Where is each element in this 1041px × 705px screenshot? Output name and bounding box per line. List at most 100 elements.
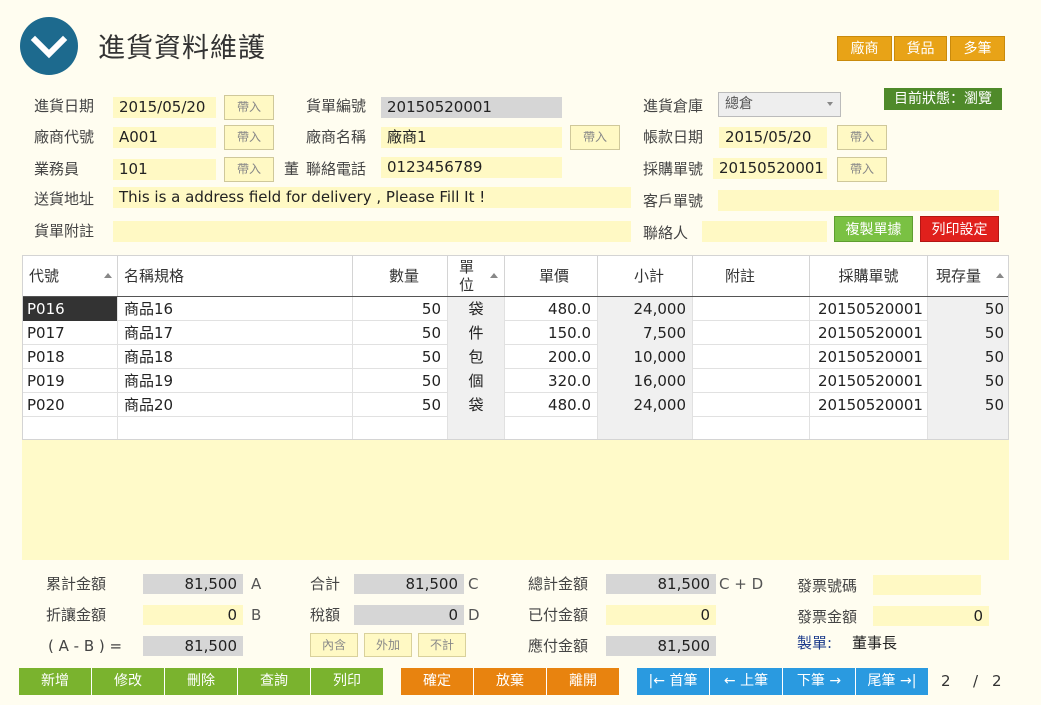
- cell-qty[interactable]: [353, 417, 448, 439]
- edit-button[interactable]: 修改: [92, 668, 165, 695]
- cell-subtotal[interactable]: 16,000: [598, 369, 693, 393]
- table-row[interactable]: P016 商品16 50 袋 480.0 24,000 20150520001 50: [23, 297, 1008, 321]
- cell-qty[interactable]: 50: [353, 321, 448, 345]
- cell-po-no[interactable]: 20150520001: [810, 345, 928, 369]
- cell-code[interactable]: P017: [23, 321, 118, 345]
- print-button[interactable]: 列印: [311, 668, 383, 695]
- invoice-no-field[interactable]: [873, 575, 981, 595]
- cell-po-no[interactable]: 20150520001: [810, 369, 928, 393]
- vendor-name-import-button[interactable]: 帶入: [570, 125, 620, 150]
- paid-field[interactable]: 0: [606, 605, 716, 625]
- cell-qty[interactable]: 50: [353, 393, 448, 417]
- col-header-price[interactable]: 單價: [505, 256, 598, 296]
- cell-price[interactable]: 320.0: [505, 369, 598, 393]
- print-settings-button[interactable]: 列印設定: [920, 216, 999, 242]
- vendor-button[interactable]: 廠商: [837, 36, 892, 61]
- cell-unit[interactable]: [448, 417, 505, 439]
- col-header-stock[interactable]: 現存量: [928, 256, 1008, 296]
- cell-remark[interactable]: [693, 417, 810, 439]
- table-row[interactable]: P020 商品20 50 袋 480.0 24,000 20150520001 50: [23, 393, 1008, 417]
- cell-code[interactable]: P019: [23, 369, 118, 393]
- cell-price[interactable]: [505, 417, 598, 439]
- cell-name[interactable]: 商品18: [118, 345, 353, 369]
- cell-name[interactable]: 商品19: [118, 369, 353, 393]
- col-header-qty[interactable]: 數量: [353, 256, 448, 296]
- vendor-code-field[interactable]: A001: [113, 127, 216, 148]
- multi-record-button[interactable]: 多筆: [950, 36, 1005, 61]
- last-record-button[interactable]: 尾筆 →|: [856, 668, 928, 695]
- cell-po-no[interactable]: 20150520001: [810, 297, 928, 321]
- discount-field[interactable]: 0: [143, 605, 243, 625]
- vendor-name-field[interactable]: 廠商1: [381, 127, 562, 148]
- cell-name[interactable]: 商品20: [118, 393, 353, 417]
- cell-remark[interactable]: [693, 369, 810, 393]
- cell-unit[interactable]: 包: [448, 345, 505, 369]
- cell-code[interactable]: P018: [23, 345, 118, 369]
- cell-name[interactable]: 商品17: [118, 321, 353, 345]
- account-date-import-button[interactable]: 帶入: [837, 125, 887, 150]
- table-row[interactable]: P018 商品18 50 包 200.0 10,000 20150520001 50: [23, 345, 1008, 369]
- cell-subtotal[interactable]: [598, 417, 693, 439]
- cell-price[interactable]: 150.0: [505, 321, 598, 345]
- cell-price[interactable]: 480.0: [505, 297, 598, 321]
- cell-po-no[interactable]: 20150520001: [810, 321, 928, 345]
- cell-remark[interactable]: [693, 393, 810, 417]
- cell-stock[interactable]: 50: [928, 297, 1008, 321]
- invoice-amount-field[interactable]: 0: [873, 606, 989, 626]
- col-header-unit[interactable]: 單 位: [448, 256, 505, 296]
- tax-none-button[interactable]: 不計: [418, 633, 466, 657]
- col-header-code[interactable]: 代號: [23, 256, 118, 296]
- cell-po-no[interactable]: [810, 417, 928, 439]
- vendor-code-import-button[interactable]: 帶入: [224, 125, 274, 150]
- first-record-button[interactable]: |← 首筆: [637, 668, 710, 695]
- purchase-date-field[interactable]: 2015/05/20: [113, 97, 216, 118]
- delete-button[interactable]: 刪除: [165, 668, 238, 695]
- contact-field[interactable]: [702, 221, 827, 242]
- cell-stock[interactable]: 50: [928, 321, 1008, 345]
- confirm-button[interactable]: 確定: [401, 668, 474, 695]
- table-row[interactable]: [23, 417, 1008, 439]
- cell-subtotal[interactable]: 10,000: [598, 345, 693, 369]
- cell-po-no[interactable]: 20150520001: [810, 393, 928, 417]
- prev-record-button[interactable]: ← 上筆: [710, 668, 783, 695]
- salesman-field[interactable]: 101: [113, 159, 216, 180]
- tax-exclusive-button[interactable]: 外加: [364, 633, 412, 657]
- doc-no-field[interactable]: 20150520001: [381, 97, 562, 118]
- note-field[interactable]: [113, 221, 631, 242]
- col-header-subtotal[interactable]: 小計: [598, 256, 693, 296]
- cell-code[interactable]: P016: [23, 297, 118, 321]
- table-row[interactable]: P017 商品17 50 件 150.0 7,500 20150520001 50: [23, 321, 1008, 345]
- phone-field[interactable]: 0123456789: [381, 157, 562, 178]
- col-header-remark[interactable]: 附註: [693, 256, 810, 296]
- cell-unit[interactable]: 件: [448, 321, 505, 345]
- address-field[interactable]: This is a address field for delivery , P…: [113, 187, 631, 208]
- add-button[interactable]: 新增: [19, 668, 92, 695]
- cell-remark[interactable]: [693, 345, 810, 369]
- cell-qty[interactable]: 50: [353, 345, 448, 369]
- cell-remark[interactable]: [693, 321, 810, 345]
- cell-code[interactable]: [23, 417, 118, 439]
- cell-unit[interactable]: 袋: [448, 297, 505, 321]
- col-header-po-no[interactable]: 採購單號: [810, 256, 928, 296]
- cell-price[interactable]: 200.0: [505, 345, 598, 369]
- cell-subtotal[interactable]: 7,500: [598, 321, 693, 345]
- cell-subtotal[interactable]: 24,000: [598, 297, 693, 321]
- warehouse-select[interactable]: 總倉: [718, 92, 841, 117]
- cell-stock[interactable]: 50: [928, 369, 1008, 393]
- cell-name[interactable]: [118, 417, 353, 439]
- copy-document-button[interactable]: 複製單據: [834, 216, 913, 242]
- po-no-field[interactable]: 20150520001: [713, 158, 827, 179]
- purchase-date-import-button[interactable]: 帶入: [224, 95, 274, 120]
- exit-button[interactable]: 離開: [547, 668, 619, 695]
- cell-code[interactable]: P020: [23, 393, 118, 417]
- cell-price[interactable]: 480.0: [505, 393, 598, 417]
- cell-stock[interactable]: 50: [928, 393, 1008, 417]
- salesman-import-button[interactable]: 帶入: [224, 157, 274, 182]
- tax-inclusive-button[interactable]: 內含: [310, 633, 358, 657]
- discard-button[interactable]: 放棄: [474, 668, 547, 695]
- col-header-name[interactable]: 名稱規格: [118, 256, 353, 296]
- cell-stock[interactable]: [928, 417, 1008, 439]
- cell-qty[interactable]: 50: [353, 297, 448, 321]
- cell-unit[interactable]: 袋: [448, 393, 505, 417]
- table-row[interactable]: P019 商品19 50 個 320.0 16,000 20150520001 50: [23, 369, 1008, 393]
